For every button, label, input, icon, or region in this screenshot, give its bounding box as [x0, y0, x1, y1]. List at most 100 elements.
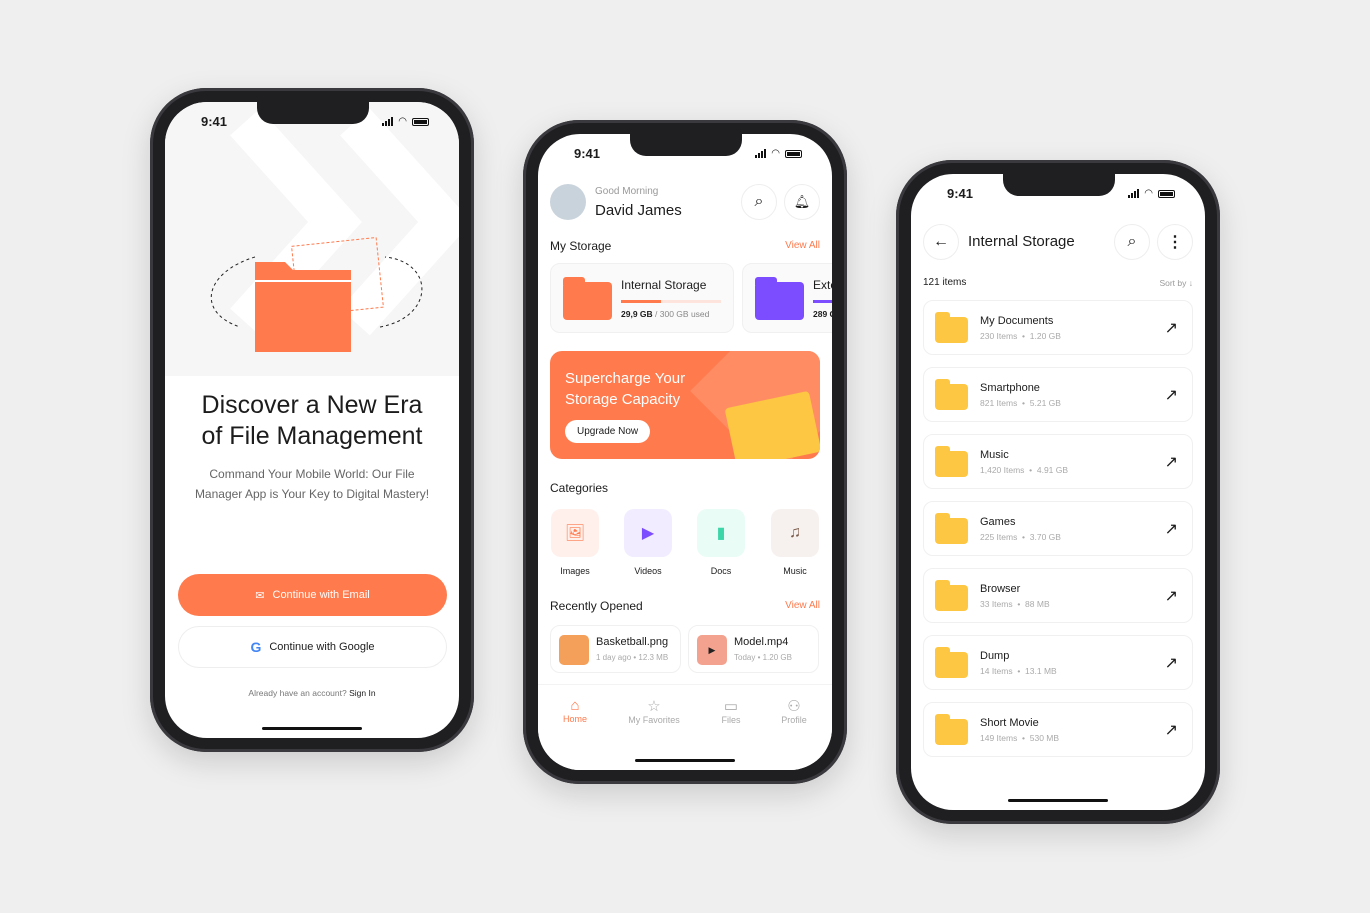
signal-icon	[382, 117, 394, 126]
arrow-up-right-icon[interactable]: ↗	[1165, 452, 1178, 472]
storage-progress	[621, 300, 661, 303]
category-videos[interactable]: ▶	[624, 509, 672, 557]
internal-storage-screen: 9:41 ◠ ← Internal Storage ⌕ ⋮ 121 items …	[911, 174, 1205, 810]
my-storage-heading: My Storage	[550, 239, 612, 253]
home-screen: 9:41 ◠ Good Morning David James ⌕ 🔔︎ My …	[538, 134, 832, 770]
signal-icon	[1128, 189, 1140, 198]
wifi-icon: ◠	[771, 148, 780, 159]
arrow-up-right-icon[interactable]: ↗	[1165, 720, 1178, 740]
status-icons: ◠	[382, 116, 429, 127]
onboarding-subtitle: Command Your Mobile World: Our File Manag…	[194, 467, 430, 501]
recent-heading: Recently Opened	[550, 599, 643, 613]
status-time: 9:41	[574, 146, 601, 161]
folder-icon: ▭	[723, 698, 739, 715]
folder-icon	[935, 647, 968, 678]
user-icon: ⚇	[787, 698, 801, 715]
folder-row[interactable]: Games 225 Items • 3.70 GB ↗	[923, 501, 1193, 556]
folder-row[interactable]: Browser 33 Items • 88 MB ↗	[923, 568, 1193, 623]
video-icon: ▶	[641, 525, 655, 542]
search-icon: ⌕	[1127, 233, 1137, 250]
folder-icon	[935, 714, 968, 745]
nav-files[interactable]: ▭ Files	[696, 697, 766, 725]
folder-icon	[935, 312, 968, 343]
arrow-up-right-icon[interactable]: ↗	[1165, 519, 1178, 539]
continue-email-button[interactable]: ✉ Continue with Email	[178, 574, 447, 616]
folder-illustration	[210, 236, 423, 352]
folder-icon	[935, 446, 968, 477]
play-icon: ▶	[697, 635, 727, 665]
category-docs[interactable]: ▮	[697, 509, 745, 557]
continue-google-button[interactable]: G Continue with Google	[178, 626, 447, 668]
home-icon: ⌂	[570, 697, 580, 714]
recent-view-all-link[interactable]: View All	[785, 600, 820, 611]
more-vertical-icon: ⋮	[1167, 234, 1183, 251]
internal-storage-card[interactable]: Internal Storage 29,9 GB / 300 GB used	[550, 263, 734, 333]
signal-icon	[755, 149, 767, 158]
more-button[interactable]: ⋮	[1157, 224, 1193, 260]
search-button[interactable]: ⌕	[1114, 224, 1150, 260]
folder-icon	[935, 580, 968, 611]
wifi-icon: ◠	[1144, 188, 1153, 199]
recent-file[interactable]: Basketball.png 1 day ago • 12.3 MB	[550, 625, 681, 673]
thumbnail	[559, 635, 589, 665]
arrow-down-icon: ↓	[1188, 278, 1193, 288]
folder-icon	[755, 277, 804, 320]
nav-favorites[interactable]: ☆ My Favorites	[619, 697, 689, 725]
greeting: Good Morning	[595, 186, 659, 197]
search-button[interactable]: ⌕	[741, 184, 777, 220]
folder-row[interactable]: My Documents 230 Items • 1.20 GB ↗	[923, 300, 1193, 355]
sort-by-button[interactable]: Sort by ↓	[1159, 278, 1193, 288]
folder-row[interactable]: Smartphone 821 Items • 5.21 GB ↗	[923, 367, 1193, 422]
page-title: Internal Storage	[968, 233, 1075, 250]
wifi-icon: ◠	[398, 116, 407, 127]
arrow-left-icon: ←	[933, 233, 949, 250]
phone-onboarding: 9:41 ◠ Discover a New Era of File Managem…	[150, 88, 474, 752]
google-icon: G	[250, 639, 262, 655]
status-time: 9:41	[947, 186, 974, 201]
back-button[interactable]: ←	[923, 224, 959, 260]
battery-icon	[785, 149, 802, 158]
bottom-nav: ⌂ Home ☆ My Favorites ▭ Files ⚇ Profile	[538, 684, 832, 770]
external-storage-card[interactable]: External Storage 289 GB	[742, 263, 832, 333]
phone-internal-storage: 9:41 ◠ ← Internal Storage ⌕ ⋮ 121 items …	[896, 160, 1220, 824]
battery-icon	[1158, 189, 1175, 198]
category-music[interactable]: ♫	[771, 509, 819, 557]
upgrade-now-button[interactable]: Upgrade Now	[565, 420, 651, 443]
arrow-up-right-icon[interactable]: ↗	[1165, 586, 1178, 606]
storage-view-all-link[interactable]: View All	[785, 240, 820, 251]
star-icon: ☆	[647, 698, 661, 715]
arrow-up-right-icon[interactable]: ↗	[1165, 385, 1178, 405]
onboarding-title: Discover a New Era of File Management	[201, 391, 423, 450]
avatar[interactable]	[550, 184, 586, 220]
folder-row[interactable]: Music 1,420 Items • 4.91 GB ↗	[923, 434, 1193, 489]
folder-row[interactable]: Short Movie 149 Items • 530 MB ↗	[923, 702, 1193, 757]
mail-icon: ✉	[255, 589, 265, 602]
recent-file[interactable]: ▶ Model.mp4 Today • 1.20 GB	[688, 625, 819, 673]
search-icon: ⌕	[754, 193, 764, 210]
home-indicator	[262, 727, 362, 730]
bell-icon: 🔔︎	[793, 194, 811, 209]
arrow-up-right-icon[interactable]: ↗	[1165, 653, 1178, 673]
folder-icon	[935, 379, 968, 410]
item-count: 121 items	[923, 277, 967, 288]
notification-button[interactable]: 🔔︎	[784, 184, 820, 220]
folder-icon	[935, 513, 968, 544]
arrow-up-right-icon[interactable]: ↗	[1165, 318, 1178, 338]
category-images[interactable]: 🖼︎	[551, 509, 599, 557]
phone-home: 9:41 ◠ Good Morning David James ⌕ 🔔︎ My …	[523, 120, 847, 784]
categories-heading: Categories	[550, 481, 609, 495]
status-time: 9:41	[201, 114, 228, 129]
battery-icon	[412, 117, 429, 126]
user-name: David James	[595, 202, 682, 219]
sign-in-prompt: Already have an account? Sign In	[248, 688, 376, 698]
nav-home[interactable]: ⌂ Home	[540, 697, 610, 724]
status-icons: ◠	[1128, 188, 1175, 199]
folder-icon	[563, 277, 612, 320]
home-indicator	[635, 759, 735, 762]
sign-in-link[interactable]: Sign In	[349, 688, 375, 698]
status-icons: ◠	[755, 148, 802, 159]
music-icon: ♫	[789, 524, 801, 541]
folder-row[interactable]: Dump 14 Items • 13.1 MB ↗	[923, 635, 1193, 690]
nav-profile[interactable]: ⚇ Profile	[759, 697, 829, 725]
onboarding-screen: 9:41 ◠ Discover a New Era of File Managem…	[165, 102, 459, 738]
